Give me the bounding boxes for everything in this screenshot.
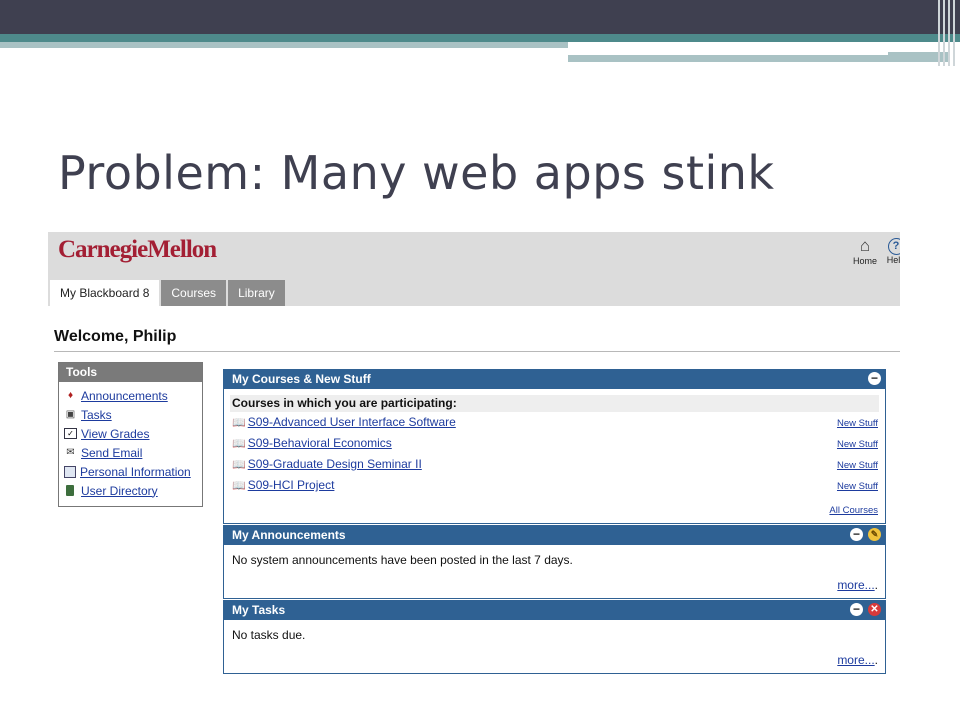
tools-box: Tools ♦ Announcements ▣ Tasks ✓ View Gra… bbox=[58, 362, 203, 507]
all-courses-link[interactable]: All Courses bbox=[829, 505, 878, 516]
courses-module-title: My Courses & New Stuff bbox=[232, 372, 371, 386]
courses-module: My Courses & New Stuff − Courses in whic… bbox=[223, 369, 886, 524]
more-dots: . bbox=[874, 653, 878, 667]
person-icon bbox=[64, 465, 76, 478]
tool-item-personal-information[interactable]: Personal Information bbox=[64, 462, 202, 481]
collapse-icon[interactable]: − bbox=[868, 372, 881, 385]
help-icon: ? bbox=[887, 238, 900, 255]
slide-top-band bbox=[0, 0, 960, 34]
announcements-module-header: My Announcements − ✎ bbox=[224, 526, 885, 545]
home-label: Home bbox=[852, 256, 877, 266]
announcement-icon: ♦ bbox=[67, 390, 74, 401]
announcements-message: No system announcements have been posted… bbox=[232, 553, 573, 567]
cmu-logo: CarnegieMellon bbox=[58, 236, 217, 263]
slide-corner-bars bbox=[936, 0, 956, 66]
more-dots: . bbox=[874, 578, 878, 592]
email-icon: ✉ bbox=[66, 447, 75, 458]
announcements-module-title: My Announcements bbox=[232, 528, 346, 542]
courses-module-header: My Courses & New Stuff − bbox=[224, 370, 885, 389]
slide-white-line bbox=[568, 52, 888, 55]
tool-item-view-grades[interactable]: ✓ View Grades bbox=[64, 424, 202, 443]
book-icon: 📖 bbox=[232, 459, 246, 471]
app-header: CarnegieMellon ⌂ Home ? Help My Blackboa… bbox=[48, 232, 900, 306]
book-icon: 📖 bbox=[232, 438, 246, 450]
course-link[interactable]: S09-HCI Project bbox=[248, 478, 335, 492]
tasks-module-header: My Tasks − ✕ bbox=[224, 601, 885, 620]
collapse-icon[interactable]: − bbox=[850, 603, 863, 616]
tab-bar: My Blackboard 8 Courses Library bbox=[50, 280, 285, 306]
tasks-module-title: My Tasks bbox=[232, 603, 286, 617]
home-button[interactable]: ⌂ Home bbox=[848, 236, 882, 266]
course-row: 📖 S09-Behavioral Economics New Stuff bbox=[224, 433, 885, 454]
more-link-wrapper: more.... bbox=[837, 653, 878, 667]
book-icon: 📖 bbox=[232, 417, 246, 429]
directory-icon bbox=[66, 485, 74, 496]
course-row: 📖 S09-HCI Project New Stuff bbox=[224, 475, 885, 496]
tool-item-announcements[interactable]: ♦ Announcements bbox=[64, 386, 202, 405]
close-icon[interactable]: ✕ bbox=[868, 603, 881, 616]
tab-courses[interactable]: Courses bbox=[161, 280, 227, 306]
slide-light-band bbox=[0, 42, 568, 48]
slide-teal-band bbox=[0, 34, 960, 42]
new-stuff-link[interactable]: New Stuff bbox=[837, 476, 878, 497]
tools-heading: Tools bbox=[59, 363, 202, 382]
course-row: 📖 S09-Advanced User Interface Software Ne… bbox=[224, 412, 885, 433]
blackboard-screenshot: CarnegieMellon ⌂ Home ? Help My Blackboa… bbox=[48, 232, 900, 680]
home-icon: ⌂ bbox=[859, 236, 871, 255]
tasks-message: No tasks due. bbox=[232, 628, 306, 642]
announcements-module: My Announcements − ✎ No system announcem… bbox=[223, 525, 886, 599]
welcome-heading: Welcome, Philip bbox=[54, 328, 177, 345]
collapse-icon[interactable]: − bbox=[850, 528, 863, 541]
new-stuff-link[interactable]: New Stuff bbox=[837, 455, 878, 476]
tab-library[interactable]: Library bbox=[228, 280, 285, 306]
new-stuff-link[interactable]: New Stuff bbox=[837, 434, 878, 455]
divider bbox=[54, 351, 900, 352]
grades-icon: ✓ bbox=[64, 428, 77, 439]
courses-subheading: Courses in which you are participating: bbox=[230, 395, 879, 412]
slide-title: Problem: Many web apps stink bbox=[58, 146, 775, 200]
course-link[interactable]: S09-Advanced User Interface Software bbox=[248, 415, 456, 429]
course-row: 📖 S09-Graduate Design Seminar II New Stuf… bbox=[224, 454, 885, 475]
tab-my-blackboard[interactable]: My Blackboard 8 bbox=[50, 280, 160, 306]
more-link-wrapper: more.... bbox=[837, 578, 878, 592]
more-link[interactable]: more... bbox=[837, 578, 874, 592]
book-icon: 📖 bbox=[232, 480, 246, 492]
tasks-icon: ▣ bbox=[65, 409, 76, 420]
tasks-module: My Tasks − ✕ No tasks due. more.... bbox=[223, 600, 886, 674]
help-label: Help bbox=[886, 255, 900, 265]
tool-item-send-email[interactable]: ✉ Send Email bbox=[64, 443, 202, 462]
course-link[interactable]: S09-Graduate Design Seminar II bbox=[248, 457, 422, 471]
tool-item-user-directory[interactable]: User Directory bbox=[64, 481, 202, 500]
edit-icon[interactable]: ✎ bbox=[868, 528, 881, 541]
new-stuff-link[interactable]: New Stuff bbox=[837, 413, 878, 434]
tool-item-tasks[interactable]: ▣ Tasks bbox=[64, 405, 202, 424]
help-button[interactable]: ? Help bbox=[882, 236, 900, 265]
more-link[interactable]: more... bbox=[837, 653, 874, 667]
course-link[interactable]: S09-Behavioral Economics bbox=[248, 436, 392, 450]
